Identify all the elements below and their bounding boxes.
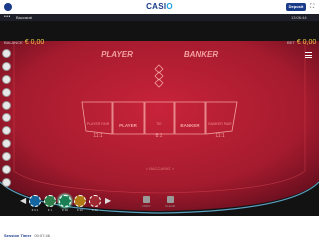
- top-bar: CASIO Deposit ⛶: [0, 0, 319, 14]
- tie-bet-payout: 8:1: [156, 133, 163, 139]
- bet-value: € 0,00: [296, 39, 317, 46]
- undo-button[interactable]: UNDO: [141, 196, 151, 208]
- side-button[interactable]: [2, 61, 11, 71]
- chip-label-4: € 50: [92, 208, 98, 212]
- side-button[interactable]: [2, 177, 11, 187]
- chip-0[interactable]: [29, 195, 41, 207]
- game-title: Baccarat: [16, 15, 32, 20]
- game-area: PLAYER BANKER PLAYER PAIR 11:1 PLAYER TI…: [0, 21, 319, 216]
- clock: 13:06:44: [291, 15, 307, 20]
- side-button[interactable]: [2, 49, 11, 58]
- side-button[interactable]: [2, 152, 11, 162]
- chip-next-arrow-icon[interactable]: ▶: [105, 195, 111, 207]
- chip-4[interactable]: [89, 195, 101, 207]
- chip-label-0: € 0.1: [31, 208, 39, 212]
- side-button[interactable]: [2, 113, 11, 123]
- bet-display: BET € 0,00: [287, 39, 316, 46]
- banker-label: BANKER: [184, 50, 218, 59]
- tie-bet-title: TIE: [156, 122, 162, 126]
- banker-pair-title: BANKER PAIR: [208, 122, 232, 126]
- banker-bet-title: BANKER: [180, 123, 200, 128]
- chip-label-2: € 10: [62, 208, 68, 212]
- balance-display: BALANCE € 0,00: [4, 39, 44, 46]
- side-button[interactable]: [2, 165, 11, 175]
- side-button[interactable]: [2, 126, 11, 136]
- deposit-button[interactable]: Deposit: [286, 3, 306, 11]
- game-title-bar: ••• Baccarat 13:06:44: [0, 14, 319, 21]
- player-pair-title: PLAYER PAIR: [87, 122, 110, 126]
- table-name: < BACCARAT >: [146, 166, 175, 171]
- player-label: PLAYER: [101, 50, 133, 59]
- balance-label: BALANCE: [4, 40, 23, 45]
- hamburger-menu-icon[interactable]: [305, 52, 312, 58]
- more-options-icon[interactable]: •••: [4, 14, 11, 21]
- side-button[interactable]: [2, 100, 11, 110]
- chip-3[interactable]: [74, 195, 86, 207]
- site-logo[interactable]: CASIO: [0, 2, 319, 11]
- expand-icon[interactable]: ⛶: [310, 3, 314, 11]
- chip-prev-arrow-icon[interactable]: ◀: [20, 195, 26, 207]
- chip-1[interactable]: [44, 195, 56, 207]
- chip-label-3: € 20: [77, 208, 83, 212]
- side-button-column: [2, 49, 14, 191]
- balance-value: € 0,00: [24, 39, 45, 46]
- chip-label-1: € 1: [47, 208, 53, 212]
- side-button[interactable]: [2, 74, 11, 84]
- bottom-bar: Session Timer 00:07:46: [0, 216, 319, 240]
- chip-2-selected[interactable]: [59, 195, 71, 207]
- side-button[interactable]: [2, 139, 11, 149]
- baccarat-table: PLAYER BANKER PLAYER PAIR 11:1 PLAYER TI…: [0, 41, 319, 214]
- player-pair-payout: 11:1: [93, 133, 103, 139]
- player-bet-title: PLAYER: [119, 123, 138, 128]
- banker-pair-payout: 11:1: [215, 133, 225, 139]
- clear-button[interactable]: CLEAR: [165, 196, 175, 208]
- undo-icon: [142, 196, 150, 203]
- side-button[interactable]: [2, 87, 11, 97]
- session-timer: Session Timer 00:07:46: [4, 233, 50, 238]
- clear-icon: [166, 196, 174, 203]
- bet-label: BET: [287, 40, 295, 45]
